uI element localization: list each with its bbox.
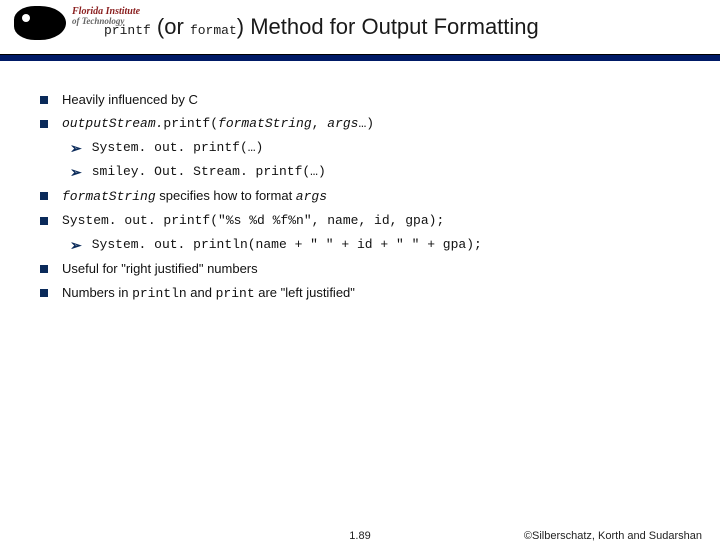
bullet-text: Useful for "right justified" numbers	[62, 259, 258, 279]
title-code2: format	[190, 23, 237, 38]
bullet-text: System. out. printf("%s %d %f%n", name, …	[62, 211, 444, 231]
chevron-icon: ➢	[70, 162, 82, 184]
bullet-row: outputStream.printf(formatString, args…)	[40, 114, 696, 134]
slide-header: Florida Institute of Technology printf (…	[0, 0, 720, 58]
chevron-icon: ➢	[70, 235, 82, 257]
page-number: 1.89	[349, 530, 370, 542]
subbullet-row: ➢ System. out. println(name + " " + id +…	[70, 235, 696, 257]
bullet-row: Numbers in println and print are "left j…	[40, 283, 696, 304]
copyright-text: ©Silberschatz, Korth and Sudarshan	[524, 530, 702, 542]
square-bullet-icon	[40, 96, 48, 104]
bullet-row: formatString specifies how to format arg…	[40, 186, 696, 207]
slide-content: Heavily influenced by C outputStream.pri…	[40, 90, 696, 308]
header-rule	[0, 54, 720, 61]
bullet-row: Useful for "right justified" numbers	[40, 259, 696, 279]
bullet-text: outputStream.printf(formatString, args…)	[62, 114, 374, 134]
bullet-text: Heavily influenced by C	[62, 90, 198, 110]
title-rest: ) Method for Output Formatting	[237, 14, 539, 39]
panther-icon	[14, 6, 66, 40]
bullet-row: System. out. printf("%s %d %f%n", name, …	[40, 211, 696, 231]
square-bullet-icon	[40, 217, 48, 225]
bullet-text: Numbers in println and print are "left j…	[62, 283, 355, 304]
bullet-row: Heavily influenced by C	[40, 90, 696, 110]
chevron-icon: ➢	[70, 138, 82, 160]
subbullet-row: ➢ smiley. Out. Stream. printf(…)	[70, 162, 696, 184]
square-bullet-icon	[40, 120, 48, 128]
subbullet-text: System. out. printf(…)	[92, 138, 264, 160]
title-code1: printf	[104, 23, 151, 38]
square-bullet-icon	[40, 265, 48, 273]
slide-title: printf (or format) Method for Output For…	[104, 14, 539, 40]
subbullet-text: System. out. println(name + " " + id + "…	[92, 235, 482, 257]
bullet-text: formatString specifies how to format arg…	[62, 186, 327, 207]
subbullet-text: smiley. Out. Stream. printf(…)	[92, 162, 326, 184]
subbullet-row: ➢ System. out. printf(…)	[70, 138, 696, 160]
title-mid: (or	[151, 14, 190, 39]
square-bullet-icon	[40, 192, 48, 200]
square-bullet-icon	[40, 289, 48, 297]
